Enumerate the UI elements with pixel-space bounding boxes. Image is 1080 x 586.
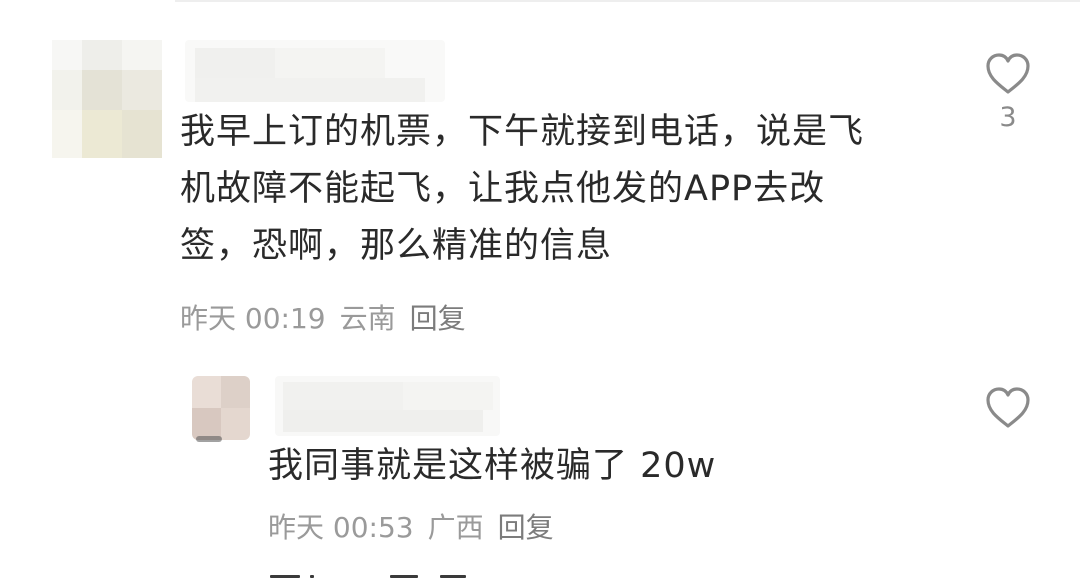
comment-text-line: 签，恐啊，那么精准的信息 bbox=[180, 226, 613, 266]
comment-time: 昨天 00:19 bbox=[180, 302, 326, 335]
username-blurred[interactable] bbox=[275, 376, 500, 436]
reply-text: 我同事就是这样被骗了 20w bbox=[268, 438, 716, 495]
comment-location: 云南 bbox=[339, 302, 396, 335]
reply-button[interactable]: 回复 bbox=[410, 302, 466, 335]
comment-meta: 昨天 00:19 云南 回复 bbox=[180, 301, 466, 337]
username-blurred[interactable] bbox=[185, 40, 445, 102]
reply-button[interactable]: 回复 bbox=[498, 511, 554, 544]
like-count: 3 bbox=[999, 102, 1017, 133]
heart-outline-icon bbox=[986, 387, 1030, 428]
comment-text: 我早上订的机票，下午就接到电话，说是飞 机故障不能起飞，让我点他发的APP去改 … bbox=[180, 104, 864, 275]
reply-text-line: 我同事就是这样被骗了 20w bbox=[268, 446, 717, 486]
comment-text-line: 我早上订的机票，下午就接到电话，说是飞 bbox=[180, 112, 865, 152]
comment-text-line: 机故障不能起飞，让我点他发的APP去改 bbox=[180, 169, 826, 209]
like-button[interactable]: 3 bbox=[982, 52, 1034, 133]
avatar-shadow bbox=[196, 436, 222, 442]
reply-location: 广西 bbox=[427, 511, 484, 544]
next-comment-cutoff bbox=[270, 575, 500, 586]
avatar[interactable] bbox=[52, 40, 162, 158]
reply-time: 昨天 00:53 bbox=[268, 511, 414, 544]
top-divider bbox=[175, 0, 1080, 2]
reply-meta: 昨天 00:53 广西 回复 bbox=[268, 510, 554, 546]
avatar[interactable] bbox=[192, 376, 250, 440]
heart-outline-icon bbox=[986, 53, 1030, 94]
like-button[interactable] bbox=[982, 386, 1034, 430]
